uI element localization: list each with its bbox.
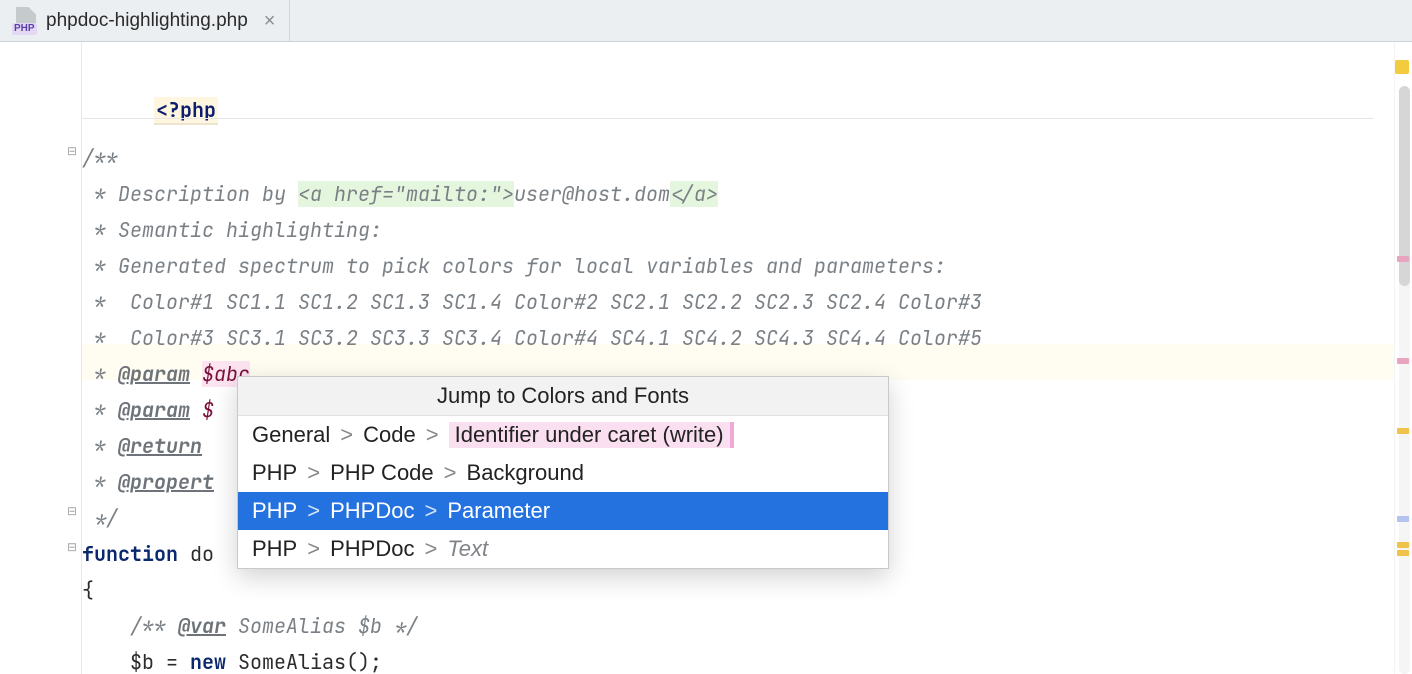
error-marker-icon[interactable] [1397,256,1409,262]
error-marker-icon[interactable] [1397,358,1409,364]
jump-to-colors-popup: Jump to Colors and Fonts General > Code > Id… [237,376,889,569]
popup-item-leaf: Parameter [447,498,550,524]
popup-path-segment: PHPDoc [330,536,414,562]
warning-marker-icon[interactable] [1397,428,1409,434]
popup-item-leaf: Text [447,536,488,562]
doc-open: /** [82,140,1394,176]
popup-path-segment: PHPDoc [330,498,414,524]
horizontal-rule [82,118,1374,119]
close-icon[interactable]: × [264,11,276,31]
fold-toggle-icon[interactable]: ⊟ [65,540,79,554]
doc-line: * Generated spectrum to pick colors for … [82,248,1394,284]
popup-title: Jump to Colors and Fonts [238,377,888,416]
popup-path-segment: PHP Code [330,460,434,486]
doc-line: * Description by <a href="mailto:">user@… [82,176,1394,212]
popup-item[interactable]: PHP > PHPDoc > Parameter [238,492,888,530]
assignment-line: $b = new SomeAlias(); [82,644,1394,674]
chevron-right-icon: > [307,460,320,486]
doc-line: * Color#3 SC3.1 SC3.2 SC3.3 SC3.4 Color#… [82,320,1394,356]
tab-filename: phpdoc-highlighting.php [46,10,248,32]
chevron-right-icon: > [307,498,320,524]
tab-bar: PHP phpdoc-highlighting.php × [0,0,1412,42]
doc-line: * Color#1 SC1.1 SC1.2 SC1.3 SC1.4 Color#… [82,284,1394,320]
fold-toggle-icon[interactable]: ⊟ [65,144,79,158]
popup-item[interactable]: PHP > PHPDoc > Text [238,530,888,568]
gutter[interactable]: ⊟ ⊟ ⊟ [0,42,82,674]
info-marker-icon[interactable] [1397,516,1409,522]
warning-marker-icon[interactable] [1397,542,1409,548]
popup-path-segment: PHP [252,460,297,486]
popup-path-segment: PHP [252,498,297,524]
popup-item-leaf: Background [467,460,584,486]
popup-path-segment: PHP [252,536,297,562]
popup-path-segment: Code [363,422,416,448]
chevron-right-icon: > [424,536,437,562]
brace-open: { [82,572,1394,608]
marker-strip[interactable] [1394,42,1412,674]
chevron-right-icon: > [340,422,353,448]
popup-item[interactable]: General > Code > Identifier under caret (wri… [238,416,888,454]
php-file-icon: PHP [12,7,38,35]
chevron-right-icon: > [426,422,439,448]
php-open-tag: <?php [154,97,218,125]
tab-file[interactable]: PHP phpdoc-highlighting.php × [0,0,290,41]
editor: ⊟ ⊟ ⊟ <?php /** * Description by <a href… [0,42,1412,674]
popup-item-leaf: Identifier under caret (write) [449,422,734,448]
chevron-right-icon: > [424,498,437,524]
popup-item[interactable]: PHP > PHP Code > Background [238,454,888,492]
fold-toggle-icon[interactable]: ⊟ [65,504,79,518]
doc-line: * Semantic highlighting: [82,212,1394,248]
warning-marker-icon[interactable] [1397,550,1409,556]
chevron-right-icon: > [444,460,457,486]
popup-path-segment: General [252,422,330,448]
chevron-right-icon: > [307,536,320,562]
code-area[interactable]: <?php /** * Description by <a href="mail… [82,42,1394,674]
inline-doc-line: /** @var SomeAlias $b */ [82,608,1394,644]
warning-marker-icon[interactable] [1395,60,1409,74]
